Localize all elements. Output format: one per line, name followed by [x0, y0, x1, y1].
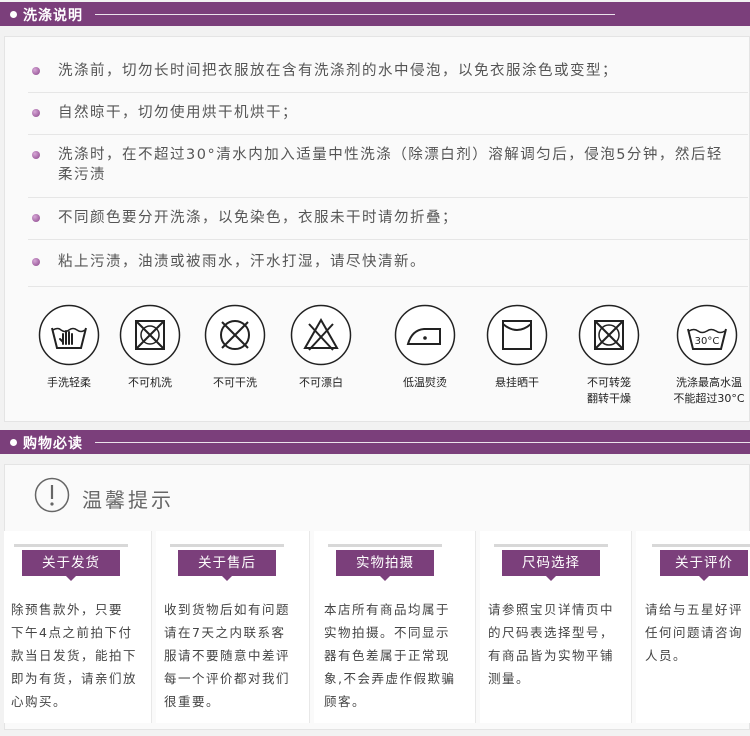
- info-text: 收到货物后如有问题 请在7天之内联系客 服请不要随意中差评 每一个评价都对我们 …: [164, 602, 291, 709]
- header-divider-line: [95, 14, 615, 15]
- bullet-dot-icon: [32, 151, 40, 159]
- info-text: 除预售款外，只要 下午4点之前拍下付 款当日发货，能拍下 即为有货，请亲们放 心…: [11, 602, 138, 709]
- icon-label: 手洗轻柔: [47, 376, 91, 389]
- icon-label: 不可转笼 翻转干燥: [587, 376, 631, 405]
- wash-section-title: 洗涤说明: [10, 5, 83, 25]
- icon-label: 低温熨烫: [403, 376, 447, 389]
- max-30-wash-icon: 30°C: [676, 304, 738, 366]
- no-tumble-dry-icon: [578, 304, 640, 366]
- no-machine-wash-icon: [119, 304, 181, 366]
- icon-label: 不可干洗: [213, 376, 257, 389]
- bullet-dot-icon: [32, 67, 40, 75]
- info-tag: 关于评价: [652, 544, 750, 581]
- icon-label: 悬挂晒干: [495, 376, 539, 389]
- info-text: 请给与五星好评 任何问题请咨询 人员。: [645, 602, 744, 663]
- tip-separator: [28, 134, 748, 135]
- tip-separator: [28, 92, 748, 93]
- no-dry-clean-icon: [204, 304, 266, 366]
- warm-tips-title: 温馨提示: [82, 488, 174, 512]
- low-iron-icon: [394, 304, 456, 366]
- info-tag: 尺码选择: [494, 544, 608, 581]
- info-tag: 关于售后: [170, 544, 284, 581]
- bullet-dot-icon: [32, 109, 40, 117]
- hand-wash-icon: [38, 304, 100, 366]
- tip-separator: [28, 197, 748, 198]
- bullet-dot-icon: [32, 214, 40, 222]
- no-bleach-icon: [290, 304, 352, 366]
- info-tag: 关于发货: [14, 544, 128, 581]
- info-text: 本店所有商品均属于 实物拍摄。不同显示 器有色差属于正常现 象,不会弄虚作假欺骗…: [324, 602, 456, 709]
- temp-text: 30°C: [695, 336, 720, 347]
- tip-separator: [28, 286, 748, 287]
- shopping-section-header: 购物必读: [0, 430, 750, 454]
- header-divider-line: [95, 442, 750, 443]
- tip-separator: [28, 239, 748, 240]
- wash-section-header: 洗涤说明: [0, 2, 750, 26]
- info-tag: 实物拍摄: [328, 544, 442, 581]
- info-text: 请参照宝贝详情页中 的尺码表选择型号， 有商品皆为实物平铺 测量。: [488, 602, 615, 686]
- bullet-dot-icon: [32, 258, 40, 266]
- icon-label: 洗涤最高水温 不能超过30°C: [673, 376, 745, 405]
- exclamation-icon: [34, 477, 70, 513]
- icon-label: 不可机洗: [128, 376, 172, 389]
- shopping-section-title: 购物必读: [10, 433, 83, 453]
- icon-label: 不可漂白: [299, 376, 343, 389]
- hang-dry-icon: [486, 304, 548, 366]
